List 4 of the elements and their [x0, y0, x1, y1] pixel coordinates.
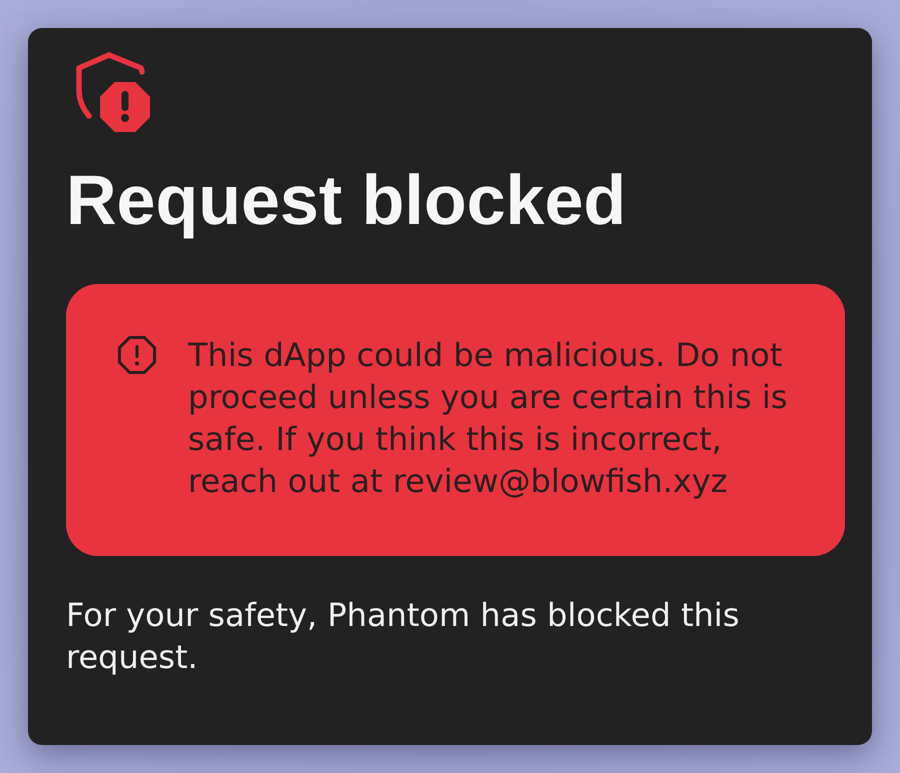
safety-notice: For your safety, Phantom has blocked this request. — [66, 595, 740, 678]
alert-octagon-icon — [116, 334, 158, 376]
warning-message: This dApp could be malicious. Do not proceed unless you are certain this is safe. If you think this is incorrect, reach out at review@blowfish.xyz — [188, 335, 788, 502]
dialog-title: Request blocked — [66, 160, 628, 240]
